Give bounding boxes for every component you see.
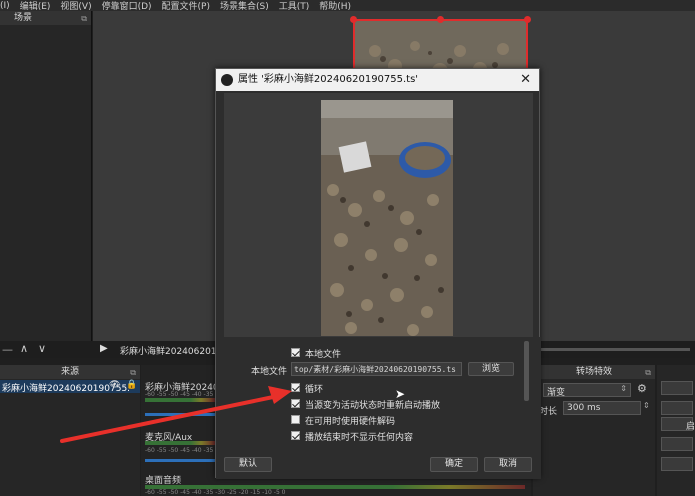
undock-icon[interactable]: ⧉ [645, 366, 651, 380]
minus-icon[interactable]: — [2, 343, 13, 356]
mixer-tick-labels: -60 -55 -50 -45 -40 -35 -30 -25 -20 -15 … [145, 489, 286, 496]
start-button[interactable]: 启 [661, 417, 695, 432]
eye-icon[interactable]: 👁 [109, 380, 120, 390]
file-path-value: top/素材/彩麻小海鲜20240620190755.ts [294, 365, 456, 374]
dialog-titlebar: 属性 '彩麻小海鲜20240620190755.ts' ✕ [216, 69, 539, 91]
close-icon[interactable]: ✕ [520, 69, 531, 91]
hide-on-end-checkbox[interactable] [291, 431, 300, 440]
transitions-dock: 转场特效 ⧉ 渐变 ⇕ ⚙ 时长 300 ms ⇕ [533, 365, 655, 496]
volume-meter [145, 398, 215, 402]
volume-meter [145, 441, 215, 445]
defaults-button-label: 默认 [238, 459, 257, 469]
chevron-updown-icon: ⇕ [620, 384, 627, 393]
loop-checkbox-label: 循环 [305, 385, 324, 395]
file-path-input[interactable]: top/素材/彩麻小海鲜20240620190755.ts [291, 362, 462, 376]
defaults-button[interactable]: 默认 [224, 457, 272, 472]
browse-button-label: 浏览 [481, 364, 500, 374]
transition-type-select[interactable]: 渐变 ⇕ [543, 383, 631, 398]
duration-spinbox[interactable]: 300 ms [563, 401, 641, 415]
volume-slider[interactable] [145, 413, 215, 416]
volume-slider[interactable] [145, 459, 215, 462]
local-file-checkbox[interactable] [291, 348, 300, 357]
sources-dock-title: 来源 ⧉ [0, 365, 140, 379]
ok-button[interactable]: 确定 [430, 457, 478, 472]
ok-button-label: 确定 [444, 459, 463, 469]
scenes-dock: 场景 ⧉ [0, 11, 92, 341]
obs-logo-icon [221, 74, 233, 86]
mouse-cursor-icon: ➤ [395, 387, 406, 401]
menu-bar: (I) 编辑(E) 视图(V) 停靠窗口(D) 配置文件(P) 场景集合(S) 工具(T) 帮… [0, 0, 695, 11]
duration-label: 时长 [539, 407, 558, 417]
local-file-field-label: 本地文件 [251, 367, 288, 377]
cancel-button-label: 取消 [498, 459, 517, 469]
hide-on-end-checkbox-label: 播放结束时不显示任何内容 [305, 433, 414, 443]
control-button[interactable] [661, 457, 693, 471]
menu-item[interactable]: 配置文件(P) [162, 0, 210, 11]
menu-item[interactable]: 视图(V) [60, 0, 91, 11]
menu-item[interactable]: 编辑(E) [20, 0, 51, 11]
scenes-title: 场景 [14, 13, 33, 23]
menu-item[interactable]: 帮助(H) [319, 0, 351, 11]
sources-title: 来源 [60, 367, 79, 377]
hw-decode-checkbox[interactable] [291, 415, 300, 424]
restart-checkbox[interactable] [291, 399, 300, 408]
chevron-down-icon[interactable]: ∨ [38, 342, 46, 355]
chevron-up-icon[interactable]: ∧ [20, 342, 28, 355]
hw-decode-checkbox-label: 在可用时使用硬件解码 [305, 417, 396, 427]
transitions-title: 转场特效 [575, 367, 612, 377]
loop-checkbox[interactable] [291, 383, 300, 392]
transitions-dock-title: 转场特效 ⧉ [533, 365, 655, 379]
seafood-video-frame-image [321, 100, 453, 336]
resize-handle[interactable] [437, 16, 444, 23]
resize-handle[interactable] [350, 16, 357, 23]
dialog-title: 属性 '彩麻小海鲜20240620190755.ts' [238, 74, 419, 85]
source-list-item[interactable]: 彩麻小海鲜20240620190755. 👁 🔒 [0, 380, 140, 394]
menu-item[interactable]: 工具(T) [279, 0, 310, 11]
control-button[interactable] [661, 381, 693, 395]
properties-dialog: 属性 '彩麻小海鲜20240620190755.ts' ✕ 本地文件 本地文件 … [215, 68, 541, 479]
duration-value: 300 ms [567, 403, 601, 413]
undock-icon[interactable]: ⧉ [130, 366, 136, 380]
media-seek-bar[interactable] [540, 348, 690, 351]
spin-arrows-icon[interactable]: ⇕ [643, 401, 650, 410]
video-preview-area [224, 93, 533, 337]
menu-item[interactable]: 停靠窗口(D) [102, 0, 152, 11]
controls-dock: 启 [657, 365, 695, 496]
video-preview-frame [321, 100, 453, 336]
transition-type-value: 渐变 [547, 388, 566, 398]
control-button[interactable] [661, 437, 693, 451]
resize-handle[interactable] [524, 16, 531, 23]
local-file-checkbox-label: 本地文件 [305, 350, 342, 360]
lock-icon[interactable]: 🔒 [126, 380, 137, 390]
restart-checkbox-label: 当源变为活动状态时重新启动播放 [305, 401, 441, 411]
start-button-label: 启 [686, 422, 695, 432]
settings-panel: 本地文件 本地文件 top/素材/彩麻小海鲜20240620190755.ts … [216, 337, 541, 479]
undock-icon[interactable]: ⧉ [81, 12, 87, 26]
play-icon[interactable]: ▶ [100, 343, 108, 354]
scenes-dock-title: 场景 ⧉ [0, 11, 91, 25]
settings-scrollbar[interactable] [524, 341, 529, 401]
gear-icon[interactable]: ⚙ [637, 382, 647, 395]
menu-item[interactable]: 场景集合(S) [220, 0, 269, 11]
menu-item[interactable]: (I) [0, 1, 10, 11]
browse-button[interactable]: 浏览 [468, 362, 514, 376]
cancel-button[interactable]: 取消 [484, 457, 532, 472]
control-button[interactable] [661, 401, 693, 415]
sources-dock: 来源 ⧉ 彩麻小海鲜20240620190755. 👁 🔒 [0, 365, 140, 496]
